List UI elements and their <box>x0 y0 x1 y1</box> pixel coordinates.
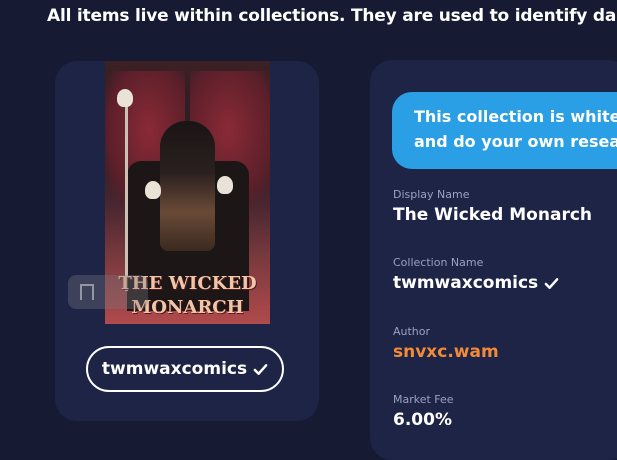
skull-icon <box>145 181 161 199</box>
intro-text: All items live within collections. They … <box>47 6 617 26</box>
author-text[interactable]: snvxc.wam <box>393 342 499 362</box>
market-fee-label: Market Fee <box>393 393 454 406</box>
author-link[interactable]: snvxc.wam <box>393 342 499 362</box>
verified-check-icon <box>544 277 559 289</box>
author-label: Author <box>393 325 431 338</box>
display-name-value: The Wicked Monarch <box>393 205 592 225</box>
art-figure <box>160 121 215 251</box>
notice-line2: and do your own resea <box>414 132 617 151</box>
collection-details-card: This collection is white and do your own… <box>370 60 617 460</box>
collection-name-value: twmwaxcomics <box>393 273 559 293</box>
collection-name-label: Collection Name <box>393 256 484 269</box>
skull-icon <box>117 89 133 107</box>
collection-name-text: twmwaxcomics <box>393 273 539 293</box>
display-name-label: Display Name <box>393 188 470 201</box>
skull-icon <box>217 176 233 194</box>
display-name-text: The Wicked Monarch <box>393 205 593 225</box>
market-fee-text: 6.00% <box>393 410 452 430</box>
art-staff <box>125 91 128 291</box>
bookmark-icon[interactable] <box>80 284 94 300</box>
whitelist-notice: This collection is white and do your own… <box>392 92 617 169</box>
verified-check-icon <box>253 363 268 375</box>
collection-image-card: THE WICKED MONARCH twmwaxcomics <box>55 61 319 421</box>
image-action-overlay <box>68 275 148 309</box>
collection-handle-label: twmwaxcomics <box>101 359 248 379</box>
notice-line1: This collection is white <box>414 107 617 126</box>
market-fee-value: 6.00% <box>393 410 452 430</box>
collection-handle-button[interactable]: twmwaxcomics <box>86 346 284 392</box>
